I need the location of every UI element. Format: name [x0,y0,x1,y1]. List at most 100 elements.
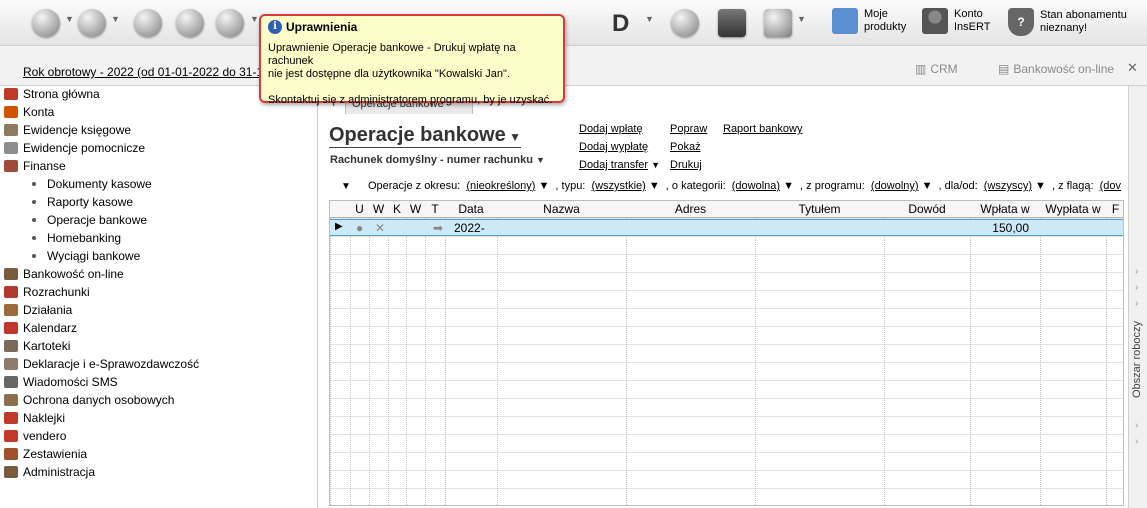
sidebar: Strona główna Konta Ewidencje księgowe Ewid… [0,86,318,508]
sidebar-item[interactable]: Strona główna [4,85,100,103]
chevron-down-icon[interactable]: ▼ [111,14,120,24]
moje-produkty-label: Moje produkty [864,8,907,33]
sidebar-item[interactable]: Konta [4,103,54,121]
dodaj-wyplate-link[interactable]: Dodaj wypłatę [579,141,648,153]
sidebar-item[interactable]: Naklejki [4,409,65,427]
column-divider [425,201,426,505]
account-selector[interactable]: Rachunek domyślny - numer rachunku ▼ [330,154,545,166]
sidebar-item-label: Deklaracje i e-Sprawozdawczość [23,357,200,371]
percent-icon[interactable] [176,9,204,37]
page-title[interactable]: Operacje bankowe ▼ [329,124,521,148]
chevron-right-icon: › [1135,282,1139,293]
sidebar-item[interactable]: Raporty kasowe [32,193,133,211]
dodaj-wplate-link[interactable]: Dodaj wpłatę [579,123,643,135]
sidebar-item[interactable]: Wyciągi bankowe [32,247,140,265]
close-icon[interactable]: ✕ [1127,60,1138,76]
filter-flaga-value[interactable]: (dov [1100,180,1121,192]
printer-icon[interactable] [216,9,244,37]
chevron-down-icon[interactable]: ▼ [783,180,794,192]
settlements-icon [4,286,18,298]
help-icon: ● [356,221,364,235]
dodaj-transfer-link[interactable]: Dodaj transfer ▼ [579,159,660,171]
dodaj-transfer-label: Dodaj transfer [579,159,649,171]
sidebar-item-label: Operacje bankowe [47,213,148,227]
sidebar-item[interactable]: Wiadomości SMS [4,373,118,391]
column-header[interactable]: Data [445,202,497,216]
operations-table[interactable]: U W K W T Data Nazwa Adres Tytułem Dowód Wpłata wW… [329,200,1124,506]
chevron-down-icon[interactable]: ▼ [645,14,654,24]
drukuj-link[interactable]: Drukuj [670,159,702,171]
box-icon[interactable] [718,9,746,37]
column-header[interactable]: Dowód [884,202,970,216]
sidebar-item[interactable]: Homebanking [32,229,121,247]
chevron-down-icon[interactable]: ▼ [538,180,549,192]
column-divider [406,201,407,505]
sidebar-item-label: Naklejki [23,411,66,425]
pokaz-link[interactable]: Pokaż [670,141,701,153]
filter-expand-icon[interactable]: ▼ [341,181,351,192]
filter-typ-value[interactable]: (wszystkie) [591,180,645,192]
sidebar-item[interactable]: Rozrachunki [4,283,90,301]
filter-okres-value[interactable]: (nieokreślony) [466,180,535,192]
column-header[interactable]: W [406,202,425,216]
stan-abonamentu-button[interactable]: ? Stan abonamentu nieznany! [1008,8,1127,36]
chevron-down-icon[interactable]: ▼ [250,14,259,24]
filter-dla-value[interactable]: (wszyscy) [984,180,1032,192]
sidebar-item[interactable]: Finanse [4,157,66,175]
sidebar-item[interactable]: Dokumenty kasowe [32,175,152,193]
popraw-link[interactable]: Popraw [670,123,707,135]
chevron-down-icon[interactable]: ▼ [649,180,660,192]
d-button[interactable]: D [612,10,629,38]
raport-bankowy-link[interactable]: Raport bankowy [723,123,803,135]
moje-produkty-button[interactable]: Moje produkty [832,8,906,34]
sidebar-item-label: Zestawienia [23,447,88,461]
workspace-panel[interactable]: › › › Obszar roboczy › › [1128,86,1147,508]
column-header[interactable]: Wpłata w [970,202,1040,216]
sidebar-item[interactable]: vendero [4,427,66,445]
sidebar-item[interactable]: Deklaracje i e-Sprawozdawczość [4,355,199,373]
column-header[interactable]: K [388,202,406,216]
column-header[interactable]: F [1106,202,1123,216]
column-header[interactable]: T [425,202,445,216]
sidebar-item-label: Dokumenty kasowe [47,177,152,191]
filter-dla-label: , dla/od: [938,180,978,192]
filter-program-value[interactable]: (dowolny) [871,180,919,192]
bankowosc-button[interactable]: ▤ Bankowość on-line [998,62,1114,76]
fiscal-year-link[interactable]: Rok obrotowy - 2022 (od 01-01-2022 do 31… [23,65,281,79]
sidebar-item[interactable]: Zestawienia [4,445,87,463]
crm-button[interactable]: ▥ CRM [915,62,958,76]
sidebar-item[interactable]: Bankowość on-line [4,265,124,283]
stickers-icon [4,412,18,424]
permissions-tooltip: i Uprawnienia Uprawnienie Operacje banko… [259,14,565,106]
column-header[interactable]: U [350,202,369,216]
filter-kategoria-label: , o kategorii: [665,180,726,192]
tags-icon[interactable] [134,9,162,37]
sidebar-item[interactable]: Ewidencje pomocnicze [4,139,145,157]
sidebar-item[interactable]: Operacje bankowe [32,211,147,229]
column-header[interactable]: Wypłata w [1040,202,1106,216]
sidebar-item[interactable]: Ochrona danych osobowych [4,391,174,409]
column-header[interactable]: Tytułem [755,202,884,216]
document-icon[interactable] [78,9,106,37]
filter-bar: ▼ Operacje z okresu: (nieokreślony) ▼ , t… [341,180,1121,196]
column-header[interactable]: W [369,202,388,216]
globe-icon[interactable] [671,9,699,37]
actions-icon [4,304,18,316]
column-header[interactable]: Nazwa [497,202,626,216]
chevron-down-icon[interactable]: ▼ [1035,180,1046,192]
sidebar-item[interactable]: Kartoteki [4,337,70,355]
chevron-down-icon[interactable]: ▼ [797,14,806,24]
column-header[interactable]: Adres [626,202,755,216]
sidebar-item[interactable]: Działania [4,301,72,319]
chevron-down-icon: ▼ [651,160,661,170]
chevron-down-icon[interactable]: ▼ [65,14,74,24]
table-row[interactable]: ▶ ● ✕ ➡ 2022- 150,00 [330,219,1123,236]
konto-insert-button[interactable]: Konto InsERT [922,8,990,34]
sidebar-item[interactable]: Administracja [4,463,95,481]
cash-icon[interactable] [32,9,60,37]
sidebar-item[interactable]: Kalendarz [4,319,77,337]
filter-kategoria-value[interactable]: (dowolna) [732,180,780,192]
cloud-icon[interactable] [764,9,792,37]
chevron-down-icon[interactable]: ▼ [922,180,933,192]
sidebar-item[interactable]: Ewidencje księgowe [4,121,131,139]
